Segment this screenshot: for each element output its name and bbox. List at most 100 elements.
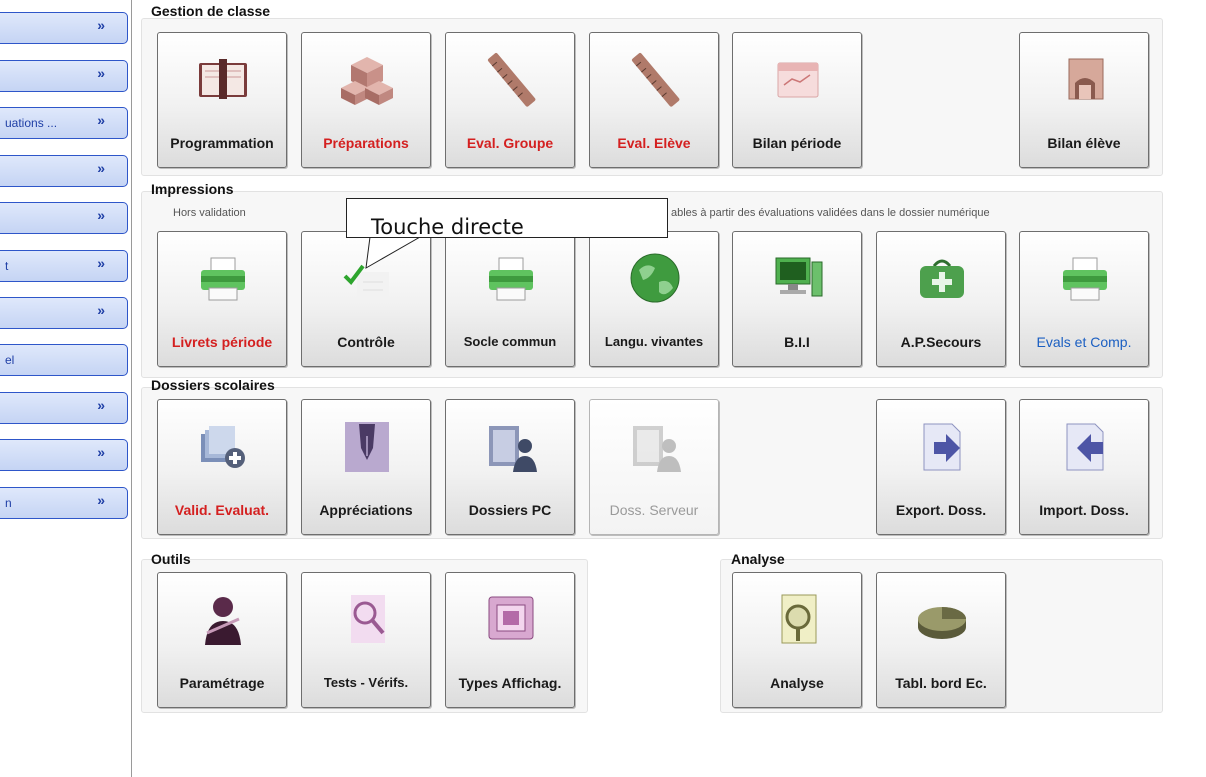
section-title-analyse: Analyse (731, 551, 785, 567)
folder-user-icon (489, 426, 537, 472)
sidebar-item-evaluations[interactable]: uations ... » (0, 107, 128, 139)
button-label: Doss. Serveur (609, 502, 699, 518)
doss-serveur-button[interactable]: Doss. Serveur (589, 399, 719, 535)
sidebar-item-9[interactable]: » (0, 392, 128, 424)
sidebar-item-label: n (5, 496, 12, 510)
dossiers-pc-button[interactable]: Dossiers PC (445, 399, 575, 535)
globe-icon (630, 253, 680, 303)
bilan-eleve-button[interactable]: Bilan élève (1019, 32, 1149, 168)
boxes-icon (341, 57, 393, 105)
import-arrow-icon (1066, 423, 1104, 471)
first-aid-bag-icon (920, 259, 964, 298)
appreciations-button[interactable]: Appréciations (301, 399, 431, 535)
sidebar-item-4[interactable]: » (0, 155, 128, 187)
section-title-gestion: Gestion de classe (151, 3, 271, 19)
chevron-down-icon: » (97, 65, 105, 81)
socle-commun-button[interactable]: Socle commun (445, 231, 575, 367)
button-label: B.I.I (784, 334, 810, 350)
button-label: Dossiers PC (468, 502, 552, 518)
button-label: Valid. Evaluat. (174, 502, 270, 518)
button-label: Tests - Vérifs. (323, 675, 409, 690)
folder-user-icon (633, 426, 681, 472)
button-label: Eval. Elève (617, 135, 691, 151)
button-label: Tabl. bord Ec. (895, 675, 987, 691)
computer-icon (775, 257, 823, 297)
magnifier-icon (351, 595, 385, 643)
folder-add-icon (201, 426, 245, 468)
note-validated-evaluations: ables à partir des évaluations validées … (671, 207, 990, 219)
button-label: Evals et Comp. (1036, 334, 1132, 350)
analyse-button[interactable]: Analyse (732, 572, 862, 708)
export-arrow-icon (923, 423, 961, 471)
pie-chart-icon (918, 607, 966, 639)
sidebar-item-11[interactable]: n» (0, 487, 128, 519)
eval-eleve-button[interactable]: Eval. Elève (589, 32, 719, 168)
programmation-button[interactable]: Programmation (157, 32, 287, 168)
sidebar-item-label: uations ... (5, 116, 58, 130)
sidebar-item-8[interactable]: el (0, 344, 128, 376)
chevron-down-icon: » (97, 492, 105, 508)
import-doss-button[interactable]: Import. Doss. (1019, 399, 1149, 535)
chevron-down-icon: » (97, 397, 105, 413)
document-search-icon (781, 594, 817, 644)
note-hors-validation: Hors validation (173, 207, 246, 219)
bilan-periode-button[interactable]: Bilan période (732, 32, 862, 168)
callout-text: Touche directe (371, 215, 524, 239)
calendar-icon (777, 62, 819, 98)
section-title-outils: Outils (151, 551, 191, 567)
callout-tooltip: Touche directe (346, 198, 668, 239)
button-label: Eval. Groupe (466, 135, 554, 151)
evals-comp-button[interactable]: Evals et Comp. (1019, 231, 1149, 367)
sidebar-item-1[interactable]: » (0, 12, 128, 44)
sidebar-item-5[interactable]: » (0, 202, 128, 234)
printer-icon (201, 257, 245, 301)
langu-vivantes-button[interactable]: Langu. vivantes (589, 231, 719, 367)
sidebar-item-7[interactable]: » (0, 297, 128, 329)
button-label: Programmation (170, 135, 274, 151)
button-label: Analyse (770, 675, 824, 691)
chevron-down-icon: » (97, 17, 105, 33)
button-label: A.P.Secours (900, 334, 982, 350)
parametrage-button[interactable]: Paramétrage (157, 572, 287, 708)
tabl-bord-button[interactable]: Tabl. bord Ec. (876, 572, 1006, 708)
button-label: Import. Doss. (1039, 502, 1129, 518)
button-label: Préparations (323, 135, 409, 151)
chevron-down-icon: » (97, 160, 105, 176)
livrets-periode-button[interactable]: Livrets période (157, 231, 287, 367)
chair-icon (1068, 58, 1104, 100)
bii-button[interactable]: B.I.I (732, 231, 862, 367)
section-title-impressions: Impressions (151, 181, 234, 197)
chevron-down-icon: » (97, 302, 105, 318)
export-doss-button[interactable]: Export. Doss. (876, 399, 1006, 535)
button-label: Livrets période (171, 334, 273, 350)
valid-evaluat-button[interactable]: Valid. Evaluat. (157, 399, 287, 535)
button-label: Appréciations (319, 502, 413, 518)
types-affichag-button[interactable]: Types Affichag. (445, 572, 575, 708)
fountain-pen-icon (345, 422, 389, 472)
chevron-down-icon: » (97, 444, 105, 460)
button-label: Contrôle (337, 334, 395, 350)
button-label: Langu. vivantes (604, 334, 704, 349)
sidebar-item-6[interactable]: t» (0, 250, 128, 282)
preparations-button[interactable]: Préparations (301, 32, 431, 168)
printer-icon (489, 257, 533, 301)
sidebar-item-2[interactable]: » (0, 60, 128, 92)
chevron-down-icon: » (97, 255, 105, 271)
sidebar-item-label: t (5, 259, 9, 273)
button-label: Paramétrage (179, 675, 265, 691)
tests-verifs-button[interactable]: Tests - Vérifs. (301, 572, 431, 708)
ruler-icon (487, 52, 536, 107)
chevron-down-icon: » (97, 112, 105, 128)
callout-pointer (365, 236, 422, 269)
sidebar-item-10[interactable]: » (0, 439, 128, 471)
eval-groupe-button[interactable]: Eval. Groupe (445, 32, 575, 168)
ap-secours-button[interactable]: A.P.Secours (876, 231, 1006, 367)
printer-icon (1063, 257, 1107, 301)
section-title-dossiers: Dossiers scolaires (151, 377, 275, 393)
chevron-down-icon: » (97, 207, 105, 223)
button-label: Types Affichag. (458, 675, 562, 691)
agenda-icon (199, 59, 247, 99)
button-label: Bilan période (752, 135, 842, 151)
sidebar-item-label: el (5, 353, 15, 367)
ruler-icon (631, 52, 680, 107)
